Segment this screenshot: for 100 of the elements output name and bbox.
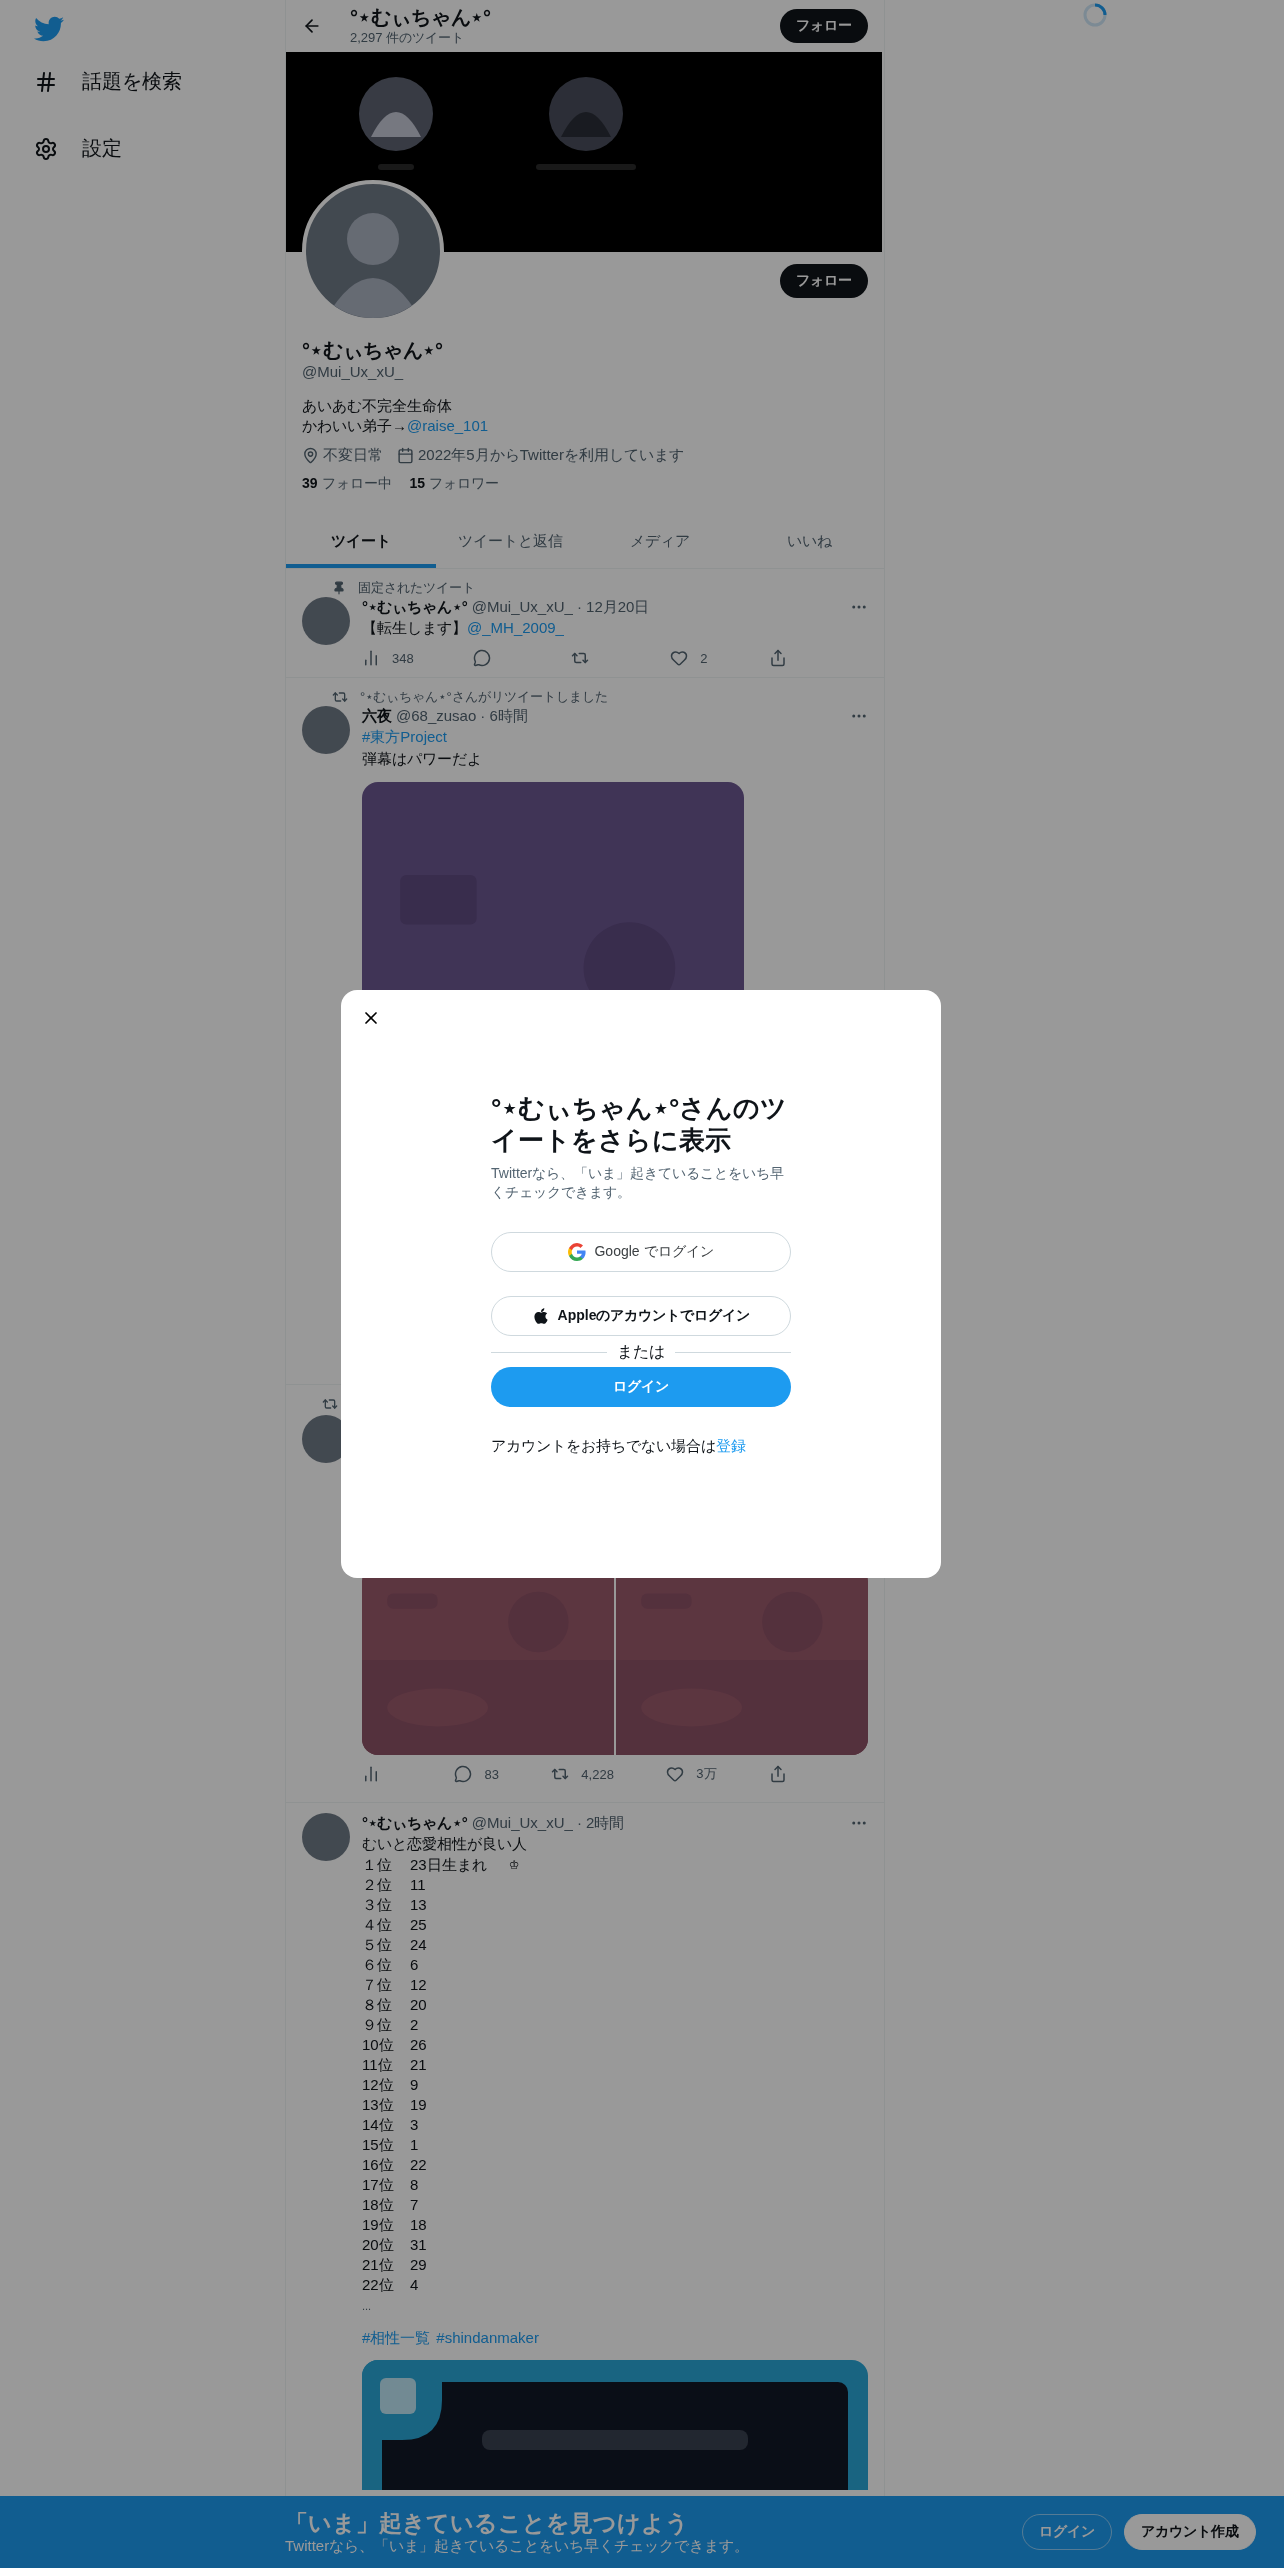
profile-tab[interactable]: いいね	[734, 515, 884, 568]
banner-subtitle: Twitterなら、「いま」起きていることをいち早くチェックできます。	[285, 2537, 751, 2555]
rank-value: 29	[410, 2255, 427, 2275]
like-button[interactable]: 2	[670, 649, 711, 667]
profile-handle: @Mui_Ux_xU_	[302, 362, 405, 382]
location-text: 不変日常	[323, 446, 383, 465]
rank-number: 22位	[362, 2275, 395, 2295]
hashtag-link[interactable]: #東方Project	[362, 728, 448, 745]
calendar-icon	[397, 447, 414, 464]
sidebar-item[interactable]: 話題を検索	[34, 56, 182, 107]
rank-number: ３位	[362, 1895, 393, 1915]
user-name[interactable]: °⋆むぃちゃん⋆°	[362, 1813, 468, 1833]
rank-number: １位	[362, 1855, 393, 1875]
bio-text: かわいい弟子→@raise_101	[302, 416, 490, 436]
rank-value: 20	[410, 1995, 427, 2015]
stat-count: 2	[700, 650, 708, 666]
dialog-title: °⋆むぃちゃん⋆°さんのツイートをさらに表示	[491, 1092, 789, 1156]
google-login-button[interactable]: Google でログイン	[491, 1232, 791, 1272]
like-button[interactable]: 3万	[666, 1765, 717, 1783]
rank-number: ４位	[362, 1915, 393, 1935]
rank-number: ９位	[362, 2015, 393, 2035]
rank-value: 6	[410, 1955, 419, 1975]
followers-link[interactable]: 15 フォロワー	[409, 475, 500, 493]
retweet-icon	[332, 689, 348, 705]
tweet-time[interactable]: · 2時間	[576, 1813, 625, 1833]
joined-date: 2022年5月からTwitterを利用しています	[418, 446, 684, 465]
sidebar-item[interactable]: 設定	[34, 123, 122, 174]
stat-count: 83	[484, 1766, 499, 1782]
rank-value: 11	[410, 1875, 426, 1895]
heart-icon	[670, 649, 689, 667]
tweet-text: むいと恋愛相性が良い人	[362, 1834, 528, 1854]
user-handle[interactable]: @Mui_Ux_xU_	[471, 597, 573, 617]
reply-icon	[472, 649, 491, 667]
following-link[interactable]: 39 フォロー中	[302, 475, 392, 493]
views-icon	[362, 649, 380, 667]
user-handle[interactable]: @68_zusao	[396, 706, 477, 726]
rank-number: 18位	[362, 2195, 395, 2215]
rank-number: ６位	[362, 1955, 393, 1975]
rank-value: 13	[410, 1895, 427, 1915]
settings-icon	[34, 136, 58, 161]
user-handle[interactable]: @Mui_Ux_xU_	[471, 1813, 573, 1833]
rank-value: 25	[410, 1915, 427, 1935]
profile-tab[interactable]: ツイートと返信	[435, 515, 585, 568]
header-name: °⋆むぃちゃん⋆°	[350, 5, 493, 29]
rank-number: 11位	[362, 2055, 394, 2075]
rank-number: 19位	[362, 2215, 395, 2235]
rank-value: 9	[410, 2075, 419, 2095]
rank-number: 20位	[362, 2235, 395, 2255]
rank-value: 1	[410, 2135, 419, 2155]
apple-login-button[interactable]: Appleのアカウントでログイン	[491, 1296, 791, 1336]
reply-icon	[454, 1765, 473, 1783]
rank-number: 12位	[362, 2075, 395, 2095]
views-button[interactable]: 348	[362, 649, 414, 667]
hashtag-link[interactable]: #相性一覧	[362, 2329, 431, 2348]
rank-value: 18	[410, 2215, 427, 2235]
rank-value: 12	[410, 1975, 427, 1995]
rank-value: 8	[410, 2175, 419, 2195]
retweet-button[interactable]: 4,228	[551, 1765, 614, 1783]
rank-value: 2	[410, 2015, 419, 2035]
reply-button[interactable]: 83	[454, 1765, 499, 1783]
tweet-time[interactable]: · 6時間	[480, 706, 528, 726]
share-icon[interactable]	[768, 649, 787, 667]
rank-number: ８位	[362, 1995, 393, 2015]
stat-count: 4,228	[581, 1766, 614, 1782]
rank-value: 31	[410, 2235, 427, 2255]
rank-number: 13位	[362, 2095, 395, 2115]
rank-value: 3	[410, 2115, 419, 2135]
signup-link[interactable]: 登録	[716, 1437, 746, 1454]
signup-button[interactable]: アカウント作成	[1124, 2514, 1256, 2550]
rank-value: 21	[410, 2055, 427, 2075]
follow-button[interactable]: フォロー	[780, 264, 868, 298]
dialog-subtitle: Twitterなら、「いま」起きていることをいち早くチェックできます。	[491, 1164, 786, 1202]
rank-number: 15位	[362, 2135, 395, 2155]
tweet-time[interactable]: · 12月20日	[576, 597, 650, 617]
loading-spinner-icon	[1082, 2, 1108, 28]
crown-mark: ♔	[508, 1857, 520, 1874]
mention-link[interactable]: @_MH_2009_	[467, 619, 564, 636]
bird-logo-icon[interactable]	[34, 14, 64, 44]
hashtag-link[interactable]: #shindanmaker	[436, 2329, 539, 2348]
hashtag-icon	[34, 69, 58, 94]
mention-link[interactable]: @raise_101	[407, 417, 489, 434]
rank-number: 16位	[362, 2155, 395, 2175]
rank-value: 24	[410, 1935, 427, 1955]
user-name[interactable]: 六夜	[362, 706, 392, 726]
rank-value: 7	[410, 2195, 419, 2215]
bio-text: あいあむ不完全生命体	[302, 396, 453, 416]
retweet-icon	[322, 1396, 338, 1412]
views-icon	[362, 1765, 380, 1783]
profile-tab[interactable]: メディア	[585, 515, 735, 568]
signup-text: アカウントをお持ちでない場合は登録	[491, 1437, 747, 1456]
share-icon[interactable]	[769, 1765, 787, 1783]
rank-number: ７位	[362, 1975, 393, 1995]
banner-title: 「いま」起きていることを見つけよう	[285, 2509, 690, 2537]
profile-tab[interactable]: ツイート	[286, 515, 436, 568]
follow-button[interactable]: フォロー	[780, 9, 868, 43]
stat-count: 348	[392, 650, 414, 666]
pin-icon	[332, 581, 346, 595]
login-button[interactable]: ログイン	[491, 1367, 791, 1407]
user-name[interactable]: °⋆むぃちゃん⋆°	[362, 597, 468, 617]
rank-value: 22	[410, 2155, 427, 2175]
